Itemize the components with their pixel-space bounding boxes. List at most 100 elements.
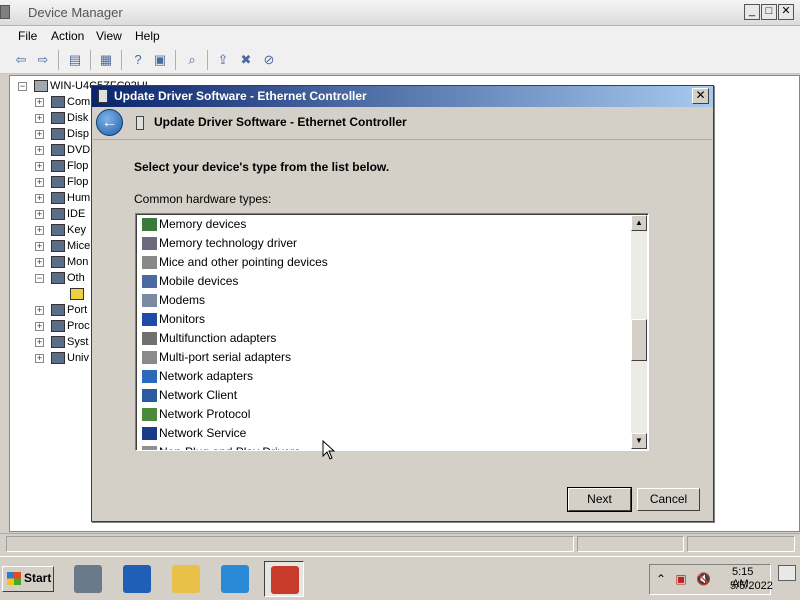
toolbar-separator — [90, 50, 91, 70]
show-desktop-button[interactable] — [778, 565, 796, 581]
device-category-icon — [51, 240, 65, 252]
show-hidden-icons-icon[interactable]: ⌃ — [654, 572, 668, 586]
hardware-type-item[interactable]: Non-Plug and Play Drivers — [140, 443, 630, 450]
device-category-icon — [51, 192, 65, 204]
back-button[interactable]: ← — [96, 109, 123, 136]
hardware-type-item[interactable]: Network Service — [140, 424, 630, 443]
hardware-type-label: Mobile devices — [159, 274, 239, 288]
cancel-button[interactable]: Cancel — [637, 488, 700, 511]
hardware-type-label: Network adapters — [159, 369, 254, 383]
monitor-icon — [142, 313, 157, 326]
hardware-type-item[interactable]: Modems — [140, 291, 630, 310]
hardware-types-list[interactable]: Memory devices Memory technology driver Mi… — [135, 213, 649, 451]
expand-icon[interactable]: + — [35, 226, 44, 235]
next-button[interactable]: Next — [567, 487, 632, 512]
tree-label: Flop — [67, 160, 89, 172]
device-category-icon — [51, 336, 65, 348]
file-explorer-icon — [172, 565, 200, 593]
dialog-close-button[interactable]: ✕ — [692, 88, 709, 104]
start-label: Start — [24, 571, 52, 585]
close-button[interactable]: ✕ — [778, 4, 794, 20]
help-icon[interactable]: ? — [129, 51, 147, 69]
menu-file[interactable]: File — [18, 29, 37, 43]
collapse-icon[interactable]: − — [18, 82, 27, 91]
expand-icon[interactable]: + — [35, 354, 44, 363]
device-category-icon — [51, 128, 65, 140]
expand-icon[interactable]: + — [35, 130, 44, 139]
expand-icon[interactable]: + — [35, 162, 44, 171]
device-category-icon — [51, 352, 65, 364]
update-driver-icon[interactable]: ⇪ — [214, 51, 232, 69]
properties-icon[interactable]: ▦ — [97, 51, 115, 69]
expand-icon[interactable]: + — [35, 114, 44, 123]
device-manager-title: Device Manager — [28, 5, 123, 20]
taskbar-file-explorer-button[interactable] — [166, 561, 206, 597]
mouse-cursor-icon — [322, 440, 336, 460]
device-category-icon — [51, 112, 65, 124]
taskbar-computer-management-button[interactable] — [264, 561, 304, 597]
list-scrollbar[interactable]: ▲ ▼ — [631, 215, 647, 449]
dialog-titlebar[interactable]: Update Driver Software - Ethernet Contro… — [92, 86, 713, 107]
expand-icon[interactable]: + — [35, 258, 44, 267]
tree-label: Mice — [67, 240, 91, 252]
tree-label: Com — [67, 96, 91, 108]
hardware-type-item[interactable]: Multi-port serial adapters — [140, 348, 630, 367]
taskbar-internet-explorer-button[interactable] — [215, 561, 255, 597]
computer-icon — [34, 80, 48, 92]
tree-label: Univ — [67, 352, 90, 364]
hardware-type-item[interactable]: Network Protocol — [140, 405, 630, 424]
device-manager-titlebar[interactable]: Device Manager _ □ ✕ — [0, 0, 800, 26]
menu-view[interactable]: View — [96, 29, 122, 43]
expand-icon[interactable]: + — [35, 242, 44, 251]
hardware-type-item[interactable]: Network adapters — [140, 367, 630, 386]
toolbar-separator — [58, 50, 59, 70]
toolbar: ⇦ ⇨ ▤ ▦ ? ▣ ⌕ ⇪ ✖ ⊘ — [0, 46, 800, 74]
taskbar-powershell-button[interactable] — [117, 561, 157, 597]
expand-icon[interactable]: + — [35, 306, 44, 315]
toolbar-separator — [207, 50, 208, 70]
hardware-type-item[interactable]: Monitors — [140, 310, 630, 329]
tree-label: Flop — [67, 176, 89, 188]
menu-help[interactable]: Help — [135, 29, 160, 43]
network-error-icon[interactable]: ▣ — [674, 572, 688, 586]
hardware-type-item[interactable]: Mobile devices — [140, 272, 630, 291]
forward-icon[interactable]: ⇨ — [34, 51, 52, 69]
hardware-type-item[interactable]: Mice and other pointing devices — [140, 253, 630, 272]
hardware-type-item[interactable]: Memory devices — [140, 215, 630, 234]
volume-muted-icon[interactable]: 🔇 — [696, 572, 711, 586]
hardware-type-item[interactable]: Network Client — [140, 386, 630, 405]
expand-icon[interactable]: + — [35, 338, 44, 347]
uninstall-icon[interactable]: ✖ — [237, 51, 255, 69]
tree-label: Oth — [67, 272, 85, 284]
device-category-icon — [51, 272, 65, 284]
back-icon[interactable]: ⇦ — [12, 51, 30, 69]
hardware-type-item[interactable]: Memory technology driver — [140, 234, 630, 253]
hardware-type-label: Non-Plug and Play Drivers — [159, 443, 300, 450]
start-button[interactable]: Start — [2, 566, 54, 592]
menu-action[interactable]: Action — [51, 29, 84, 43]
expand-icon[interactable]: + — [35, 194, 44, 203]
minimize-button[interactable]: _ — [744, 4, 760, 20]
hardware-type-item[interactable]: Multifunction adapters — [140, 329, 630, 348]
collapse-icon[interactable]: − — [35, 274, 44, 283]
view-icon[interactable]: ▣ — [151, 51, 169, 69]
expand-icon[interactable]: + — [35, 178, 44, 187]
hardware-type-label: Multifunction adapters — [159, 331, 277, 345]
status-bar — [0, 533, 800, 553]
dialog-footer: Next Cancel — [92, 469, 713, 521]
expand-icon[interactable]: + — [35, 98, 44, 107]
expand-icon[interactable]: + — [35, 322, 44, 331]
expand-icon[interactable]: + — [35, 210, 44, 219]
hardware-type-label: Multi-port serial adapters — [159, 350, 292, 364]
scroll-thumb[interactable] — [631, 319, 647, 361]
clock-date[interactable]: 5/5/2022 — [730, 580, 773, 592]
maximize-button[interactable]: □ — [761, 4, 777, 20]
console-tree-icon[interactable]: ▤ — [66, 51, 84, 69]
disable-icon[interactable]: ⊘ — [260, 51, 278, 69]
taskbar-server-manager-button[interactable] — [68, 561, 108, 597]
tree-label: Key — [67, 224, 86, 236]
scroll-down-icon[interactable]: ▼ — [631, 433, 647, 449]
expand-icon[interactable]: + — [35, 146, 44, 155]
scan-hardware-icon[interactable]: ⌕ — [183, 51, 201, 69]
scroll-up-icon[interactable]: ▲ — [631, 215, 647, 231]
